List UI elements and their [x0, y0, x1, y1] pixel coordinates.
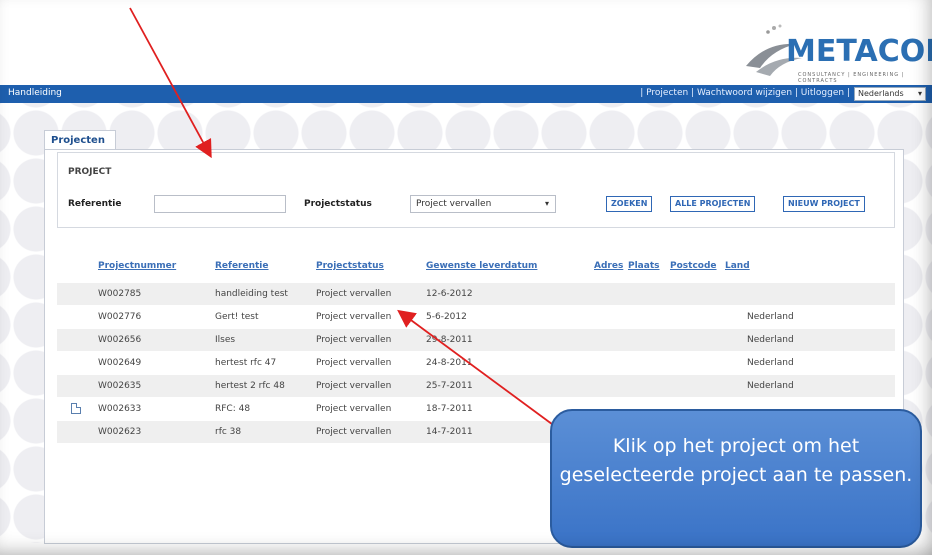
header-plaats[interactable]: Plaats [628, 261, 660, 271]
table-row[interactable]: W002776 Gert! test Project vervallen 5-6… [57, 306, 895, 328]
metacon-logo: METACON CONSULTANCY | ENGINEERING | CONT… [736, 22, 932, 84]
header-projectnummer[interactable]: Projectnummer [98, 261, 176, 271]
cell-land: Nederland [747, 335, 794, 345]
cell-referentie: hertest rfc 47 [215, 358, 277, 368]
cell-status: Project vervallen [316, 312, 392, 322]
cell-nummer: W002656 [98, 335, 142, 345]
cell-datum: 24-8-2011 [426, 358, 473, 368]
cell-status: Project vervallen [316, 404, 392, 414]
table-row[interactable]: W002649 hertest rfc 47 Project vervallen… [57, 352, 895, 374]
cell-referentie: rfc 38 [215, 427, 242, 437]
cell-nummer: W002649 [98, 358, 142, 368]
nav-uitloggen-link[interactable]: Uitloggen [801, 88, 844, 98]
cell-datum: 25-7-2011 [426, 381, 473, 391]
cell-land: Nederland [747, 312, 794, 322]
nieuw-project-button[interactable]: NIEUW PROJECT [783, 196, 865, 212]
table-row[interactable]: W002656 Ilses Project vervallen 29-8-201… [57, 329, 895, 351]
language-select[interactable]: Nederlands ▾ [854, 87, 926, 101]
projectstatus-value: Project vervallen [416, 199, 492, 209]
nav-handleiding-link[interactable]: Handleiding [8, 88, 62, 98]
logo-tagline: CONSULTANCY | ENGINEERING | CONTRACTS [798, 72, 905, 84]
zoeken-button[interactable]: ZOEKEN [606, 196, 653, 212]
cell-status: Project vervallen [316, 335, 392, 345]
language-value: Nederlands [858, 89, 904, 98]
header-adres[interactable]: Adres [594, 261, 623, 271]
cell-datum: 14-7-2011 [426, 427, 473, 437]
cell-referentie: Ilses [215, 335, 236, 345]
top-navbar: Handleiding | Projecten | Wachtwoord wij… [0, 85, 932, 103]
cell-referentie: hertest 2 rfc 48 [215, 381, 285, 391]
nav-right-links: | Projecten | Wachtwoord wijzigen | Uitl… [640, 88, 850, 98]
cell-land: Nederland [747, 381, 794, 391]
header-postcode[interactable]: Postcode [670, 261, 717, 271]
cell-nummer: W002635 [98, 381, 142, 391]
table-row[interactable]: W002785 handleiding test Project vervall… [57, 283, 895, 305]
cell-nummer: W002623 [98, 427, 142, 437]
header-leverdatum[interactable]: Gewenste leverdatum [426, 261, 537, 271]
cell-nummer: W002776 [98, 312, 142, 322]
edit-document-icon[interactable] [71, 403, 81, 414]
cell-datum: 29-8-2011 [426, 335, 473, 345]
logo-text: METACON [786, 34, 932, 69]
cell-nummer: W002785 [98, 289, 142, 299]
projectstatus-select[interactable]: Project vervallen ▾ [410, 195, 556, 213]
cell-status: Project vervallen [316, 358, 392, 368]
instruction-callout: Klik op het project om het geselecteerde… [550, 409, 922, 548]
header-projectstatus[interactable]: Projectstatus [316, 261, 384, 271]
cell-nummer: W002633 [98, 404, 142, 414]
cell-referentie: Gert! test [215, 312, 259, 322]
cell-referentie: RFC: 48 [215, 404, 251, 414]
cell-status: Project vervallen [316, 427, 392, 437]
nav-wachtwoord-link[interactable]: Wachtwoord wijzigen [697, 88, 792, 98]
cell-datum: 12-6-2012 [426, 289, 473, 299]
chevron-down-icon: ▾ [917, 89, 922, 98]
cell-status: Project vervallen [316, 289, 392, 299]
tab-projecten[interactable]: Projecten [44, 130, 116, 150]
search-form: PROJECT Referentie Projectstatus Project… [57, 152, 895, 228]
table-row[interactable]: W002635 hertest 2 rfc 48 Project vervall… [57, 375, 895, 397]
header-land[interactable]: Land [725, 261, 750, 271]
cell-referentie: handleiding test [215, 289, 288, 299]
cell-status: Project vervallen [316, 381, 392, 391]
chevron-down-icon: ▾ [544, 199, 549, 208]
alle-projecten-button[interactable]: ALLE PROJECTEN [670, 196, 756, 212]
cell-land: Nederland [747, 358, 794, 368]
nav-projecten-link[interactable]: Projecten [646, 88, 688, 98]
referentie-label: Referentie [68, 199, 122, 209]
cell-datum: 5-6-2012 [426, 312, 467, 322]
referentie-input[interactable] [154, 195, 286, 213]
section-title: PROJECT [68, 167, 112, 177]
projectstatus-label: Projectstatus [304, 199, 372, 209]
cell-datum: 18-7-2011 [426, 404, 473, 414]
header-referentie[interactable]: Referentie [215, 261, 269, 271]
